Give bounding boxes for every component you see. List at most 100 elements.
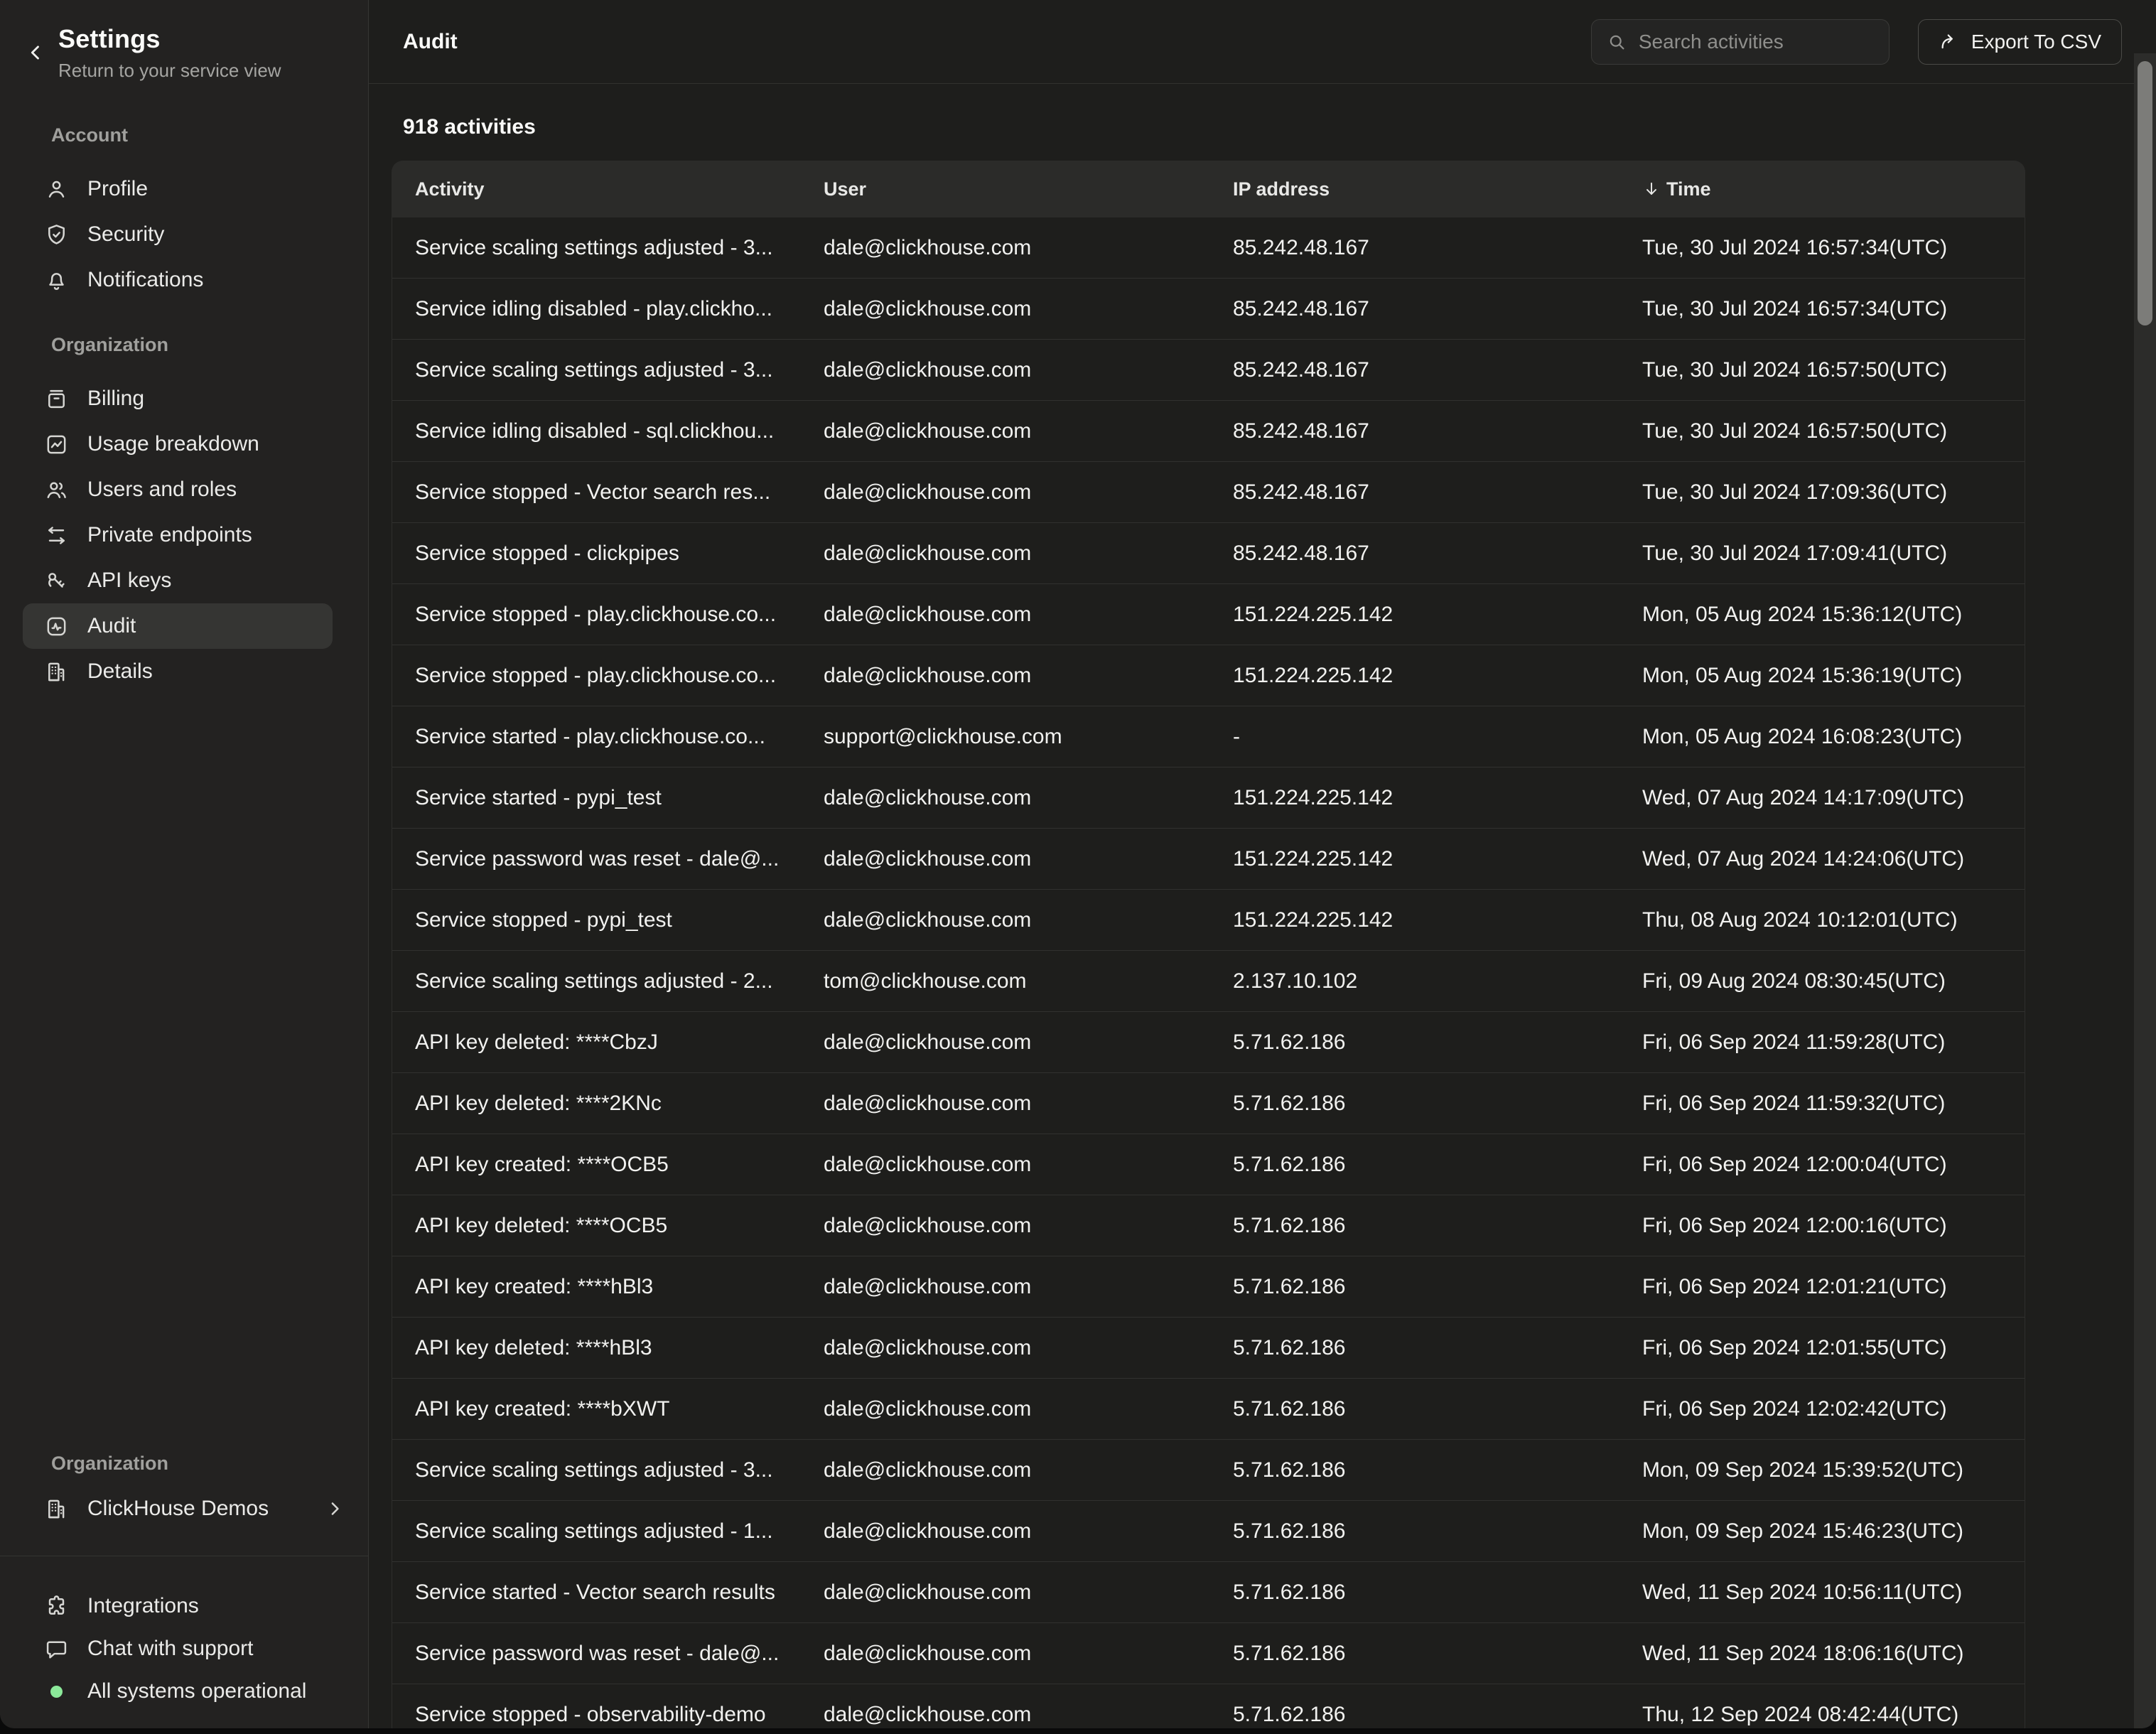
status-dot bbox=[44, 1679, 69, 1704]
table-row[interactable]: API key deleted: ****2KNcdale@clickhouse… bbox=[392, 1073, 2025, 1134]
vertical-scrollbar-track[interactable] bbox=[2134, 53, 2156, 1728]
cell-time: Tue, 30 Jul 2024 16:57:34(UTC) bbox=[1642, 297, 2025, 321]
cell-time: Wed, 07 Aug 2024 14:17:09(UTC) bbox=[1642, 786, 2025, 810]
table-row[interactable]: API key deleted: ****hBl3dale@clickhouse… bbox=[392, 1318, 2025, 1379]
cell-activity: Service password was reset - dale@... bbox=[415, 1642, 824, 1666]
sidebar-item-billing[interactable]: Billing bbox=[23, 376, 333, 421]
sidebar-item-security[interactable]: Security bbox=[23, 212, 333, 257]
export-label: Export To CSV bbox=[1971, 31, 2101, 53]
table-header-row: Activity User IP address Time bbox=[392, 161, 2025, 217]
footer-item-label: Chat with support bbox=[87, 1637, 253, 1661]
vertical-scrollbar-thumb[interactable] bbox=[2138, 61, 2152, 325]
table-row[interactable]: Service scaling settings adjusted - 1...… bbox=[392, 1501, 2025, 1562]
table-row[interactable]: API key created: ****hBl3dale@clickhouse… bbox=[392, 1256, 2025, 1318]
bell-icon bbox=[44, 268, 69, 293]
table-row[interactable]: API key created: ****bXWTdale@clickhouse… bbox=[392, 1379, 2025, 1440]
cell-time: Fri, 06 Sep 2024 12:02:42(UTC) bbox=[1642, 1397, 2025, 1421]
settings-sidebar: Settings Return to your service view Acc… bbox=[0, 0, 369, 1728]
settings-title: Settings bbox=[58, 24, 281, 54]
cell-ip: 85.242.48.167 bbox=[1233, 236, 1642, 260]
cell-ip: 5.71.62.186 bbox=[1233, 1153, 1642, 1177]
table-row[interactable]: Service password was reset - dale@...dal… bbox=[392, 829, 2025, 890]
building-icon bbox=[44, 659, 69, 684]
audit-content: 918 activities Activity User IP address … bbox=[369, 115, 2156, 1728]
table-row[interactable]: Service started - play.clickhouse.co...s… bbox=[392, 706, 2025, 768]
cell-activity: API key created: ****bXWT bbox=[415, 1397, 824, 1421]
cell-time: Fri, 06 Sep 2024 12:01:55(UTC) bbox=[1642, 1336, 2025, 1360]
table-row[interactable]: Service stopped - clickpipesdale@clickho… bbox=[392, 523, 2025, 584]
cell-activity: Service started - play.clickhouse.co... bbox=[415, 725, 824, 749]
table-row[interactable]: Service scaling settings adjusted - 2...… bbox=[392, 951, 2025, 1012]
table-row[interactable]: Service scaling settings adjusted - 3...… bbox=[392, 1440, 2025, 1501]
column-header-ip[interactable]: IP address bbox=[1233, 178, 1642, 200]
sort-arrow-down-icon bbox=[1642, 180, 1661, 198]
table-row[interactable]: Service stopped - Vector search res...da… bbox=[392, 462, 2025, 523]
sidebar-item-private-endpoints[interactable]: Private endpoints bbox=[23, 512, 333, 558]
cell-ip: 5.71.62.186 bbox=[1233, 1397, 1642, 1421]
sidebar-item-details[interactable]: Details bbox=[23, 649, 333, 694]
cell-activity: Service idling disabled - play.clickho..… bbox=[415, 297, 824, 321]
cell-time: Wed, 11 Sep 2024 18:06:16(UTC) bbox=[1642, 1642, 2025, 1666]
sidebar-item-label: API keys bbox=[87, 569, 171, 593]
cell-user: dale@clickhouse.com bbox=[824, 542, 1233, 566]
table-row[interactable]: Service idling disabled - sql.clickhou..… bbox=[392, 401, 2025, 462]
sidebar-item-profile[interactable]: Profile bbox=[23, 166, 333, 212]
cell-activity: Service stopped - play.clickhouse.co... bbox=[415, 603, 824, 627]
search-input[interactable]: Search activities bbox=[1591, 19, 1890, 65]
table-row[interactable]: API key deleted: ****OCB5dale@clickhouse… bbox=[392, 1195, 2025, 1256]
cell-ip: 85.242.48.167 bbox=[1233, 542, 1642, 566]
cell-activity: API key created: ****hBl3 bbox=[415, 1275, 824, 1299]
footer-item-all-systems-operational[interactable]: All systems operational bbox=[23, 1670, 345, 1713]
cell-activity: Service scaling settings adjusted - 3... bbox=[415, 236, 824, 260]
cell-time: Mon, 05 Aug 2024 15:36:12(UTC) bbox=[1642, 603, 2025, 627]
table-row[interactable]: Service stopped - observability-demodale… bbox=[392, 1684, 2025, 1728]
footer-item-chat-with-support[interactable]: Chat with support bbox=[23, 1627, 345, 1670]
cell-activity: Service scaling settings adjusted - 3... bbox=[415, 358, 824, 382]
export-to-csv-button[interactable]: Export To CSV bbox=[1918, 19, 2122, 65]
cell-activity: API key created: ****OCB5 bbox=[415, 1153, 824, 1177]
table-row[interactable]: Service password was reset - dale@...dal… bbox=[392, 1623, 2025, 1684]
table-row[interactable]: API key created: ****OCB5dale@clickhouse… bbox=[392, 1134, 2025, 1195]
cell-time: Fri, 09 Aug 2024 08:30:45(UTC) bbox=[1642, 969, 2025, 993]
column-header-user[interactable]: User bbox=[824, 178, 1233, 200]
sidebar-item-audit[interactable]: Audit bbox=[23, 603, 333, 649]
table-row[interactable]: API key deleted: ****CbzJdale@clickhouse… bbox=[392, 1012, 2025, 1073]
keys-icon bbox=[44, 569, 69, 593]
table-row[interactable]: Service scaling settings adjusted - 3...… bbox=[392, 217, 2025, 279]
cell-activity: Service stopped - Vector search res... bbox=[415, 480, 824, 505]
footer-item-integrations[interactable]: Integrations bbox=[23, 1585, 345, 1627]
cell-time: Tue, 30 Jul 2024 17:09:41(UTC) bbox=[1642, 542, 2025, 566]
cell-time: Mon, 09 Sep 2024 15:39:52(UTC) bbox=[1642, 1458, 2025, 1482]
table-row[interactable]: Service started - Vector search resultsd… bbox=[392, 1562, 2025, 1623]
table-row[interactable]: Service stopped - pypi_testdale@clickhou… bbox=[392, 890, 2025, 951]
archive-box-icon bbox=[44, 387, 69, 411]
cell-user: dale@clickhouse.com bbox=[824, 480, 1233, 505]
table-row[interactable]: Service idling disabled - play.clickho..… bbox=[392, 279, 2025, 340]
column-header-activity[interactable]: Activity bbox=[415, 178, 824, 200]
sidebar-item-users-and-roles[interactable]: Users and roles bbox=[23, 467, 333, 512]
back-chevron-icon[interactable] bbox=[26, 43, 45, 66]
cell-ip: 151.224.225.142 bbox=[1233, 847, 1642, 871]
cell-time: Thu, 08 Aug 2024 10:12:01(UTC) bbox=[1642, 908, 2025, 932]
cell-time: Fri, 06 Sep 2024 12:00:04(UTC) bbox=[1642, 1153, 2025, 1177]
sidebar-item-usage-breakdown[interactable]: Usage breakdown bbox=[23, 421, 333, 467]
return-link[interactable]: Return to your service view bbox=[58, 60, 281, 82]
sidebar-item-label: Private endpoints bbox=[87, 523, 252, 547]
cell-user: dale@clickhouse.com bbox=[824, 1153, 1233, 1177]
table-row[interactable]: Service stopped - play.clickhouse.co...d… bbox=[392, 645, 2025, 706]
organization-switcher[interactable]: ClickHouse Demos bbox=[23, 1486, 345, 1531]
cell-ip: 85.242.48.167 bbox=[1233, 480, 1642, 505]
users-icon bbox=[44, 478, 69, 502]
sidebar-item-notifications[interactable]: Notifications bbox=[23, 257, 333, 303]
cell-time: Mon, 09 Sep 2024 15:46:23(UTC) bbox=[1642, 1519, 2025, 1544]
shield-check-icon bbox=[44, 222, 69, 247]
table-row[interactable]: Service stopped - play.clickhouse.co...d… bbox=[392, 584, 2025, 645]
table-row[interactable]: Service started - pypi_testdale@clickhou… bbox=[392, 768, 2025, 829]
column-header-time[interactable]: Time bbox=[1642, 178, 2025, 200]
cell-activity: API key deleted: ****hBl3 bbox=[415, 1336, 824, 1360]
sidebar-item-api-keys[interactable]: API keys bbox=[23, 558, 333, 603]
sidebar-item-label: Billing bbox=[87, 387, 144, 411]
audit-table: Activity User IP address Time Service sc… bbox=[392, 161, 2025, 1728]
table-row[interactable]: Service scaling settings adjusted - 3...… bbox=[392, 340, 2025, 401]
puzzle-icon bbox=[44, 1594, 69, 1619]
